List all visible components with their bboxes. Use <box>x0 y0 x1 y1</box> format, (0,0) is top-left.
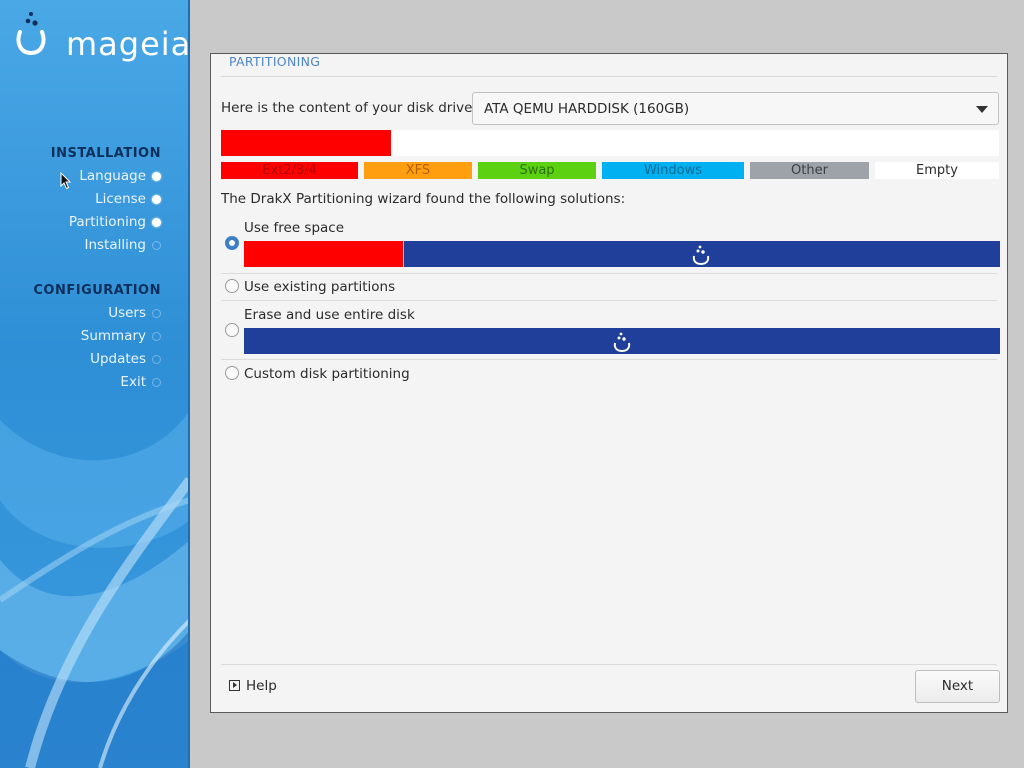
option-use-free-space-label[interactable]: Use free space <box>244 220 344 236</box>
step-pending-icon <box>152 241 161 250</box>
radio-custom-partitioning[interactable] <box>225 366 239 380</box>
nav-item-users: Users <box>108 305 146 321</box>
partitioning-panel: PARTITIONING Here is the content of your… <box>210 53 1008 713</box>
section-title: PARTITIONING <box>227 54 323 69</box>
nav-heading-installation: INSTALLATION <box>50 146 161 161</box>
step-pending-icon <box>152 309 161 318</box>
nav-item-installing: Installing <box>84 237 146 253</box>
legend-ext: Ext2/3/4 <box>221 162 358 179</box>
disk-label: Here is the content of your disk drive <box>221 100 473 116</box>
divider <box>221 300 997 301</box>
step-pending-icon <box>152 332 161 341</box>
radio-erase-entire-disk[interactable] <box>225 323 239 337</box>
step-current-icon <box>152 218 161 227</box>
radio-use-free-space[interactable] <box>225 236 239 250</box>
radio-use-existing-partitions[interactable] <box>225 279 239 293</box>
nav-item-license: License <box>95 191 146 207</box>
step-pending-icon <box>152 378 161 387</box>
erase-disk-preview-bar <box>244 328 1000 354</box>
legend-windows: Windows <box>602 162 744 179</box>
chevron-down-icon <box>976 106 988 113</box>
help-button[interactable]: Help <box>229 678 277 694</box>
step-done-icon <box>152 195 161 204</box>
free-space-preview-bar <box>244 241 1000 267</box>
nav-item-summary: Summary <box>80 328 146 344</box>
legend-swap: Swap <box>478 162 596 179</box>
nav-heading-configuration: CONFIGURATION <box>33 283 161 298</box>
mageia-new-partition-icon <box>613 332 631 352</box>
nav-item-updates: Updates <box>90 351 146 367</box>
nav-item-language: Language <box>79 168 146 184</box>
legend-xfs: XFS <box>364 162 472 179</box>
next-button[interactable]: Next <box>915 670 1000 703</box>
footer-divider <box>221 664 997 665</box>
option-custom-label[interactable]: Custom disk partitioning <box>244 366 410 382</box>
divider <box>221 273 997 274</box>
disk-usage-bar <box>221 130 999 156</box>
divider <box>221 359 997 360</box>
mouse-pointer-icon <box>60 172 72 190</box>
step-pending-icon <box>152 355 161 364</box>
expander-arrow-icon <box>229 680 240 691</box>
logo-text: mageia <box>66 25 190 63</box>
option-erase-disk-label[interactable]: Erase and use entire disk <box>244 307 415 323</box>
existing-partition-segment <box>244 241 404 267</box>
legend-empty: Empty <box>875 162 999 179</box>
nav-item-partitioning: Partitioning <box>68 214 146 230</box>
legend-other: Other <box>750 162 869 179</box>
sidebar: mageia INSTALLATION Language License Par… <box>0 0 190 768</box>
disk-select[interactable]: ATA QEMU HARDDISK (160GB) <box>472 92 999 125</box>
step-done-icon <box>152 172 161 181</box>
sidebar-background-art <box>0 410 190 768</box>
mageia-logo: mageia <box>14 10 190 60</box>
nav-item-exit: Exit <box>120 374 146 390</box>
option-use-existing-label[interactable]: Use existing partitions <box>244 279 395 295</box>
disk-select-value: ATA QEMU HARDDISK (160GB) <box>484 101 690 117</box>
mageia-new-partition-icon <box>692 245 710 265</box>
mageia-cauldron-icon <box>16 12 46 56</box>
disk-partition-ext4 <box>221 130 391 156</box>
wizard-text: The DrakX Partitioning wizard found the … <box>221 191 626 207</box>
frame-divider <box>221 76 997 77</box>
help-label: Help <box>246 678 277 694</box>
